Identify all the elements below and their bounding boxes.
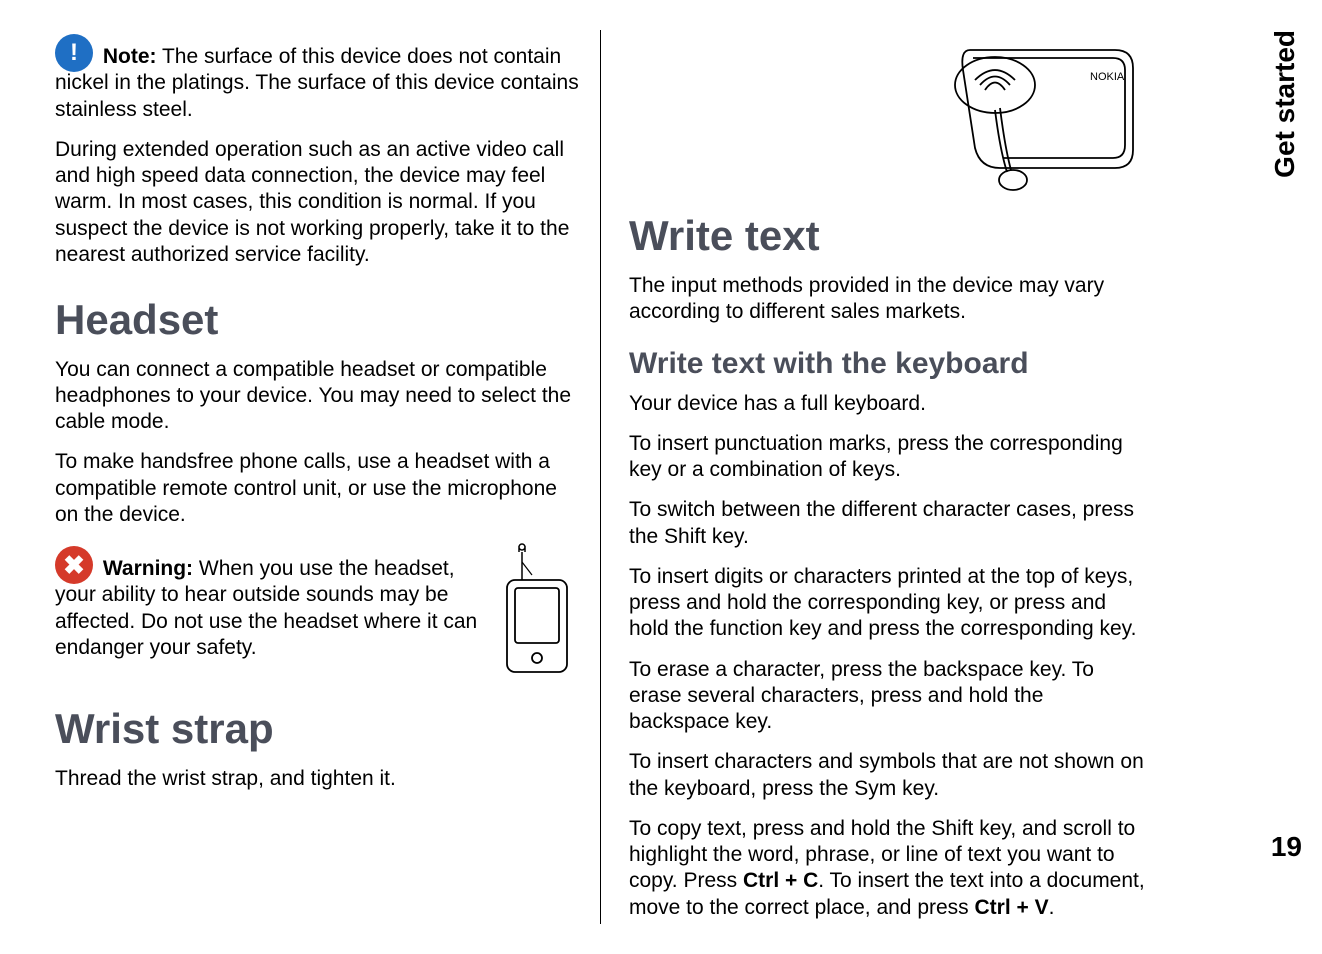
write-text-intro: The input methods provided in the device… <box>629 273 1145 326</box>
shortcut-paste: Ctrl + V <box>975 896 1049 919</box>
kb-p1: Your device has a full keyboard. <box>629 391 1145 417</box>
note-block: ! Note: The surface of this device does … <box>55 30 582 123</box>
kb-p4: To insert digits or characters printed a… <box>629 564 1145 643</box>
device-headset-icon <box>487 542 582 677</box>
write-text-title: Write text <box>629 210 1145 263</box>
kb-p2: To insert punctuation marks, press the c… <box>629 431 1145 484</box>
left-column: ! Note: The surface of this device does … <box>55 30 600 924</box>
warning-block: ✖ Warning: When you use the headset, you… <box>55 542 582 677</box>
kb-p3: To switch between the different characte… <box>629 497 1145 550</box>
wrist-strap-illustration: NOKIA <box>945 30 1145 200</box>
headset-illustration <box>487 542 582 677</box>
kb-p7-e: . <box>1049 896 1055 919</box>
operation-paragraph: During extended operation such as an act… <box>55 137 582 268</box>
headset-p2: To make handsfree phone calls, use a hea… <box>55 449 582 528</box>
note-label: Note: <box>103 45 157 68</box>
wrist-strap-p1: Thread the wrist strap, and tighten it. <box>55 766 582 792</box>
info-icon: ! <box>55 34 93 72</box>
shortcut-copy: Ctrl + C <box>743 869 818 892</box>
warning-label: Warning: <box>103 557 193 580</box>
warning-icon: ✖ <box>55 546 93 584</box>
headset-p1: You can connect a compatible headset or … <box>55 357 582 436</box>
kb-p6: To insert characters and symbols that ar… <box>629 749 1145 802</box>
section-tab: Get started <box>1267 30 1302 178</box>
right-column: NOKIA Write text The input methods provi… <box>600 30 1145 924</box>
wrist-strap-title: Wrist strap <box>55 703 582 756</box>
headset-title: Headset <box>55 294 582 347</box>
page: ! Note: The surface of this device does … <box>0 0 1322 954</box>
wrist-strap-icon: NOKIA <box>945 30 1145 200</box>
svg-text:NOKIA: NOKIA <box>1090 71 1125 83</box>
kb-p5: To erase a character, press the backspac… <box>629 657 1145 736</box>
kb-p7: To copy text, press and hold the Shift k… <box>629 816 1145 921</box>
keyboard-title: Write text with the keyboard <box>629 345 1145 383</box>
page-number: 19 <box>1271 829 1302 864</box>
